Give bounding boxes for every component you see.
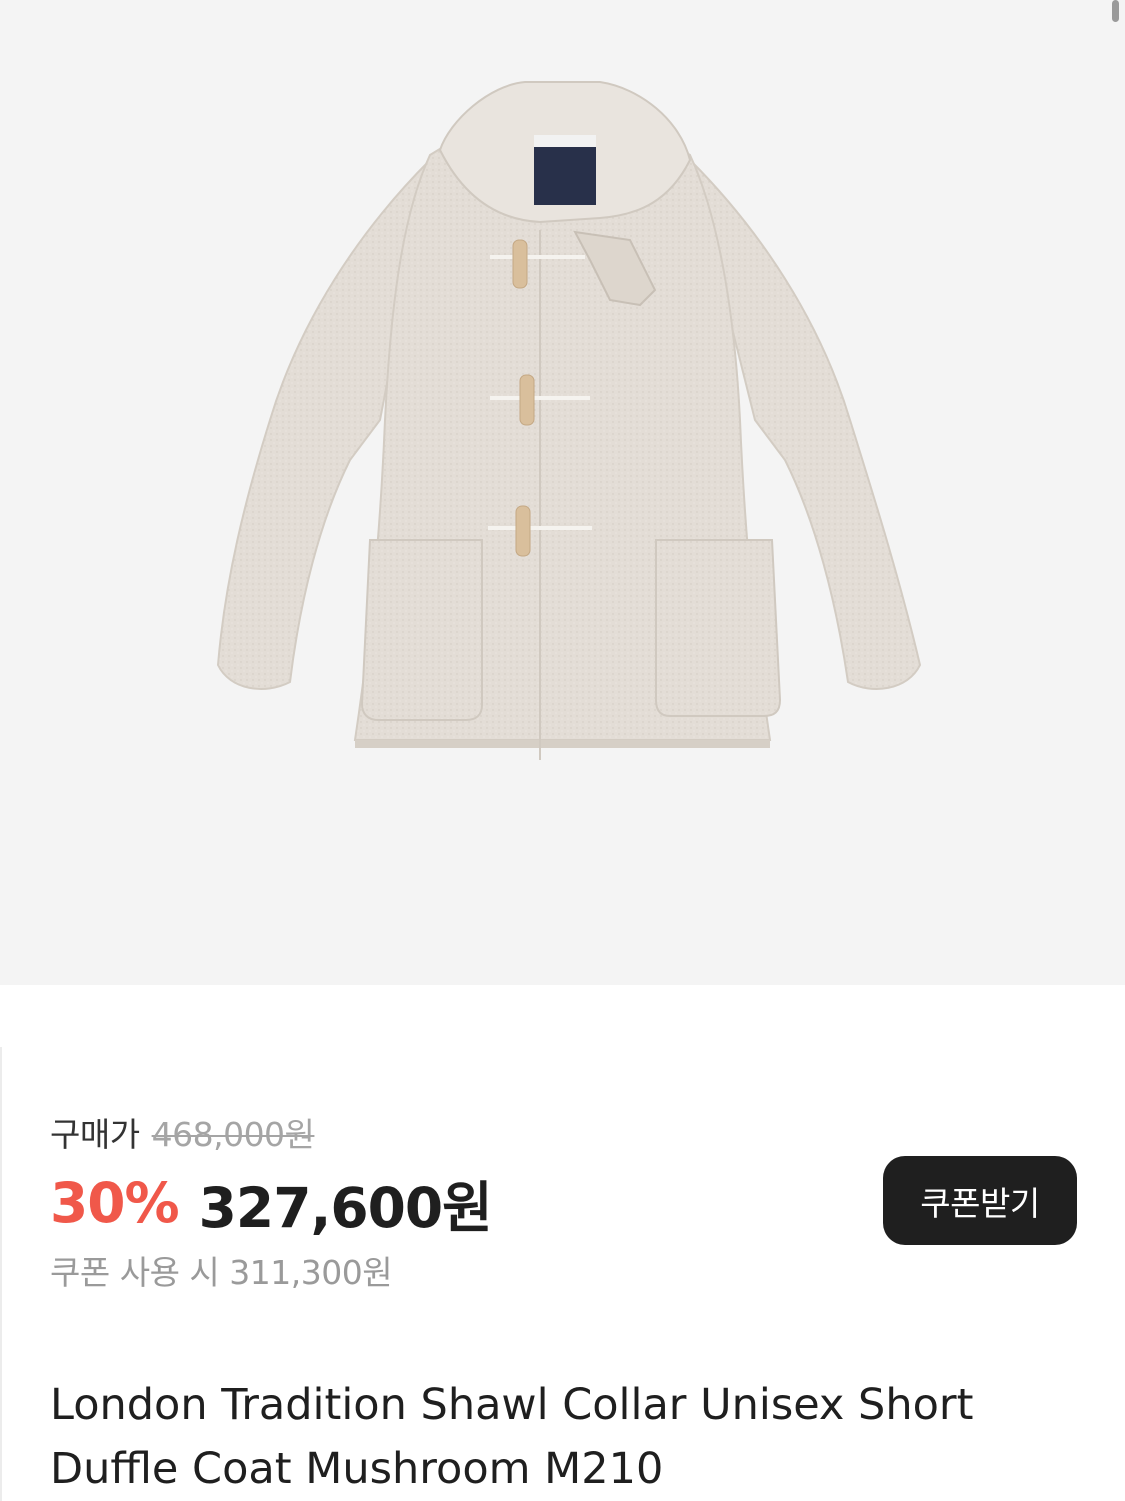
- product-detail-page: 구매가 468,000원 30% 327,600원 쿠폰 사용 시 311,30…: [0, 0, 1125, 1501]
- get-coupon-button[interactable]: 쿠폰받기: [883, 1156, 1077, 1245]
- price-section: 구매가 468,000원 30% 327,600원 쿠폰 사용 시 311,30…: [0, 985, 1125, 1501]
- original-price: 468,000원: [151, 1115, 315, 1154]
- purchase-label: 구매가: [50, 1115, 140, 1154]
- discount-rate: 30%: [50, 1171, 180, 1235]
- sale-price: 327,600원: [198, 1176, 493, 1240]
- product-image[interactable]: [0, 0, 1125, 985]
- coupon-price-text: 쿠폰 사용 시 311,300원: [50, 1253, 393, 1292]
- coat-illustration: [216, 81, 922, 760]
- purchase-price-row: 구매가 468,000원: [50, 1111, 315, 1154]
- product-title: London Tradition Shawl Collar Unisex Sho…: [50, 1380, 974, 1494]
- divider: [0, 1047, 2, 1501]
- sale-price-row: 30% 327,600원: [50, 1171, 493, 1240]
